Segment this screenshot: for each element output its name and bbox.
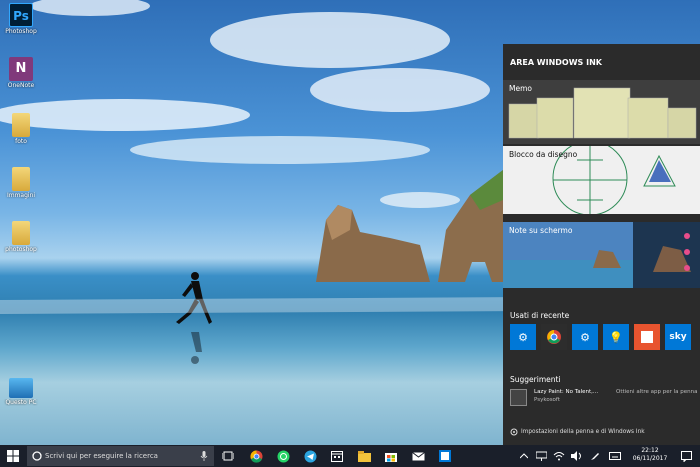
desktop-icon-label: OneNote xyxy=(7,82,35,89)
show-hidden-icons[interactable] xyxy=(516,448,532,464)
desktop-icon-questo-pc[interactable]: Questo PC xyxy=(2,378,40,406)
recent-app-2[interactable] xyxy=(541,324,567,350)
sticky-notes-icon xyxy=(641,331,653,343)
task-view-icon xyxy=(222,451,234,461)
onenote-icon: N xyxy=(9,57,33,81)
windows-logo-icon xyxy=(7,450,19,462)
memo-label: Memo xyxy=(509,84,532,93)
language-tray[interactable] xyxy=(607,448,623,464)
taskbar-store[interactable] xyxy=(383,448,399,464)
volume-icon xyxy=(571,451,581,461)
cortana-icon xyxy=(32,451,42,461)
telegram-icon xyxy=(304,450,316,462)
pen-settings-link[interactable]: Impostazioni della penna e di Windows In… xyxy=(510,428,645,436)
desktop-icon-onenote[interactable]: N OneNote xyxy=(2,57,40,89)
lightbulb-icon: 💡 xyxy=(609,330,623,344)
pen-workspace-tray[interactable] xyxy=(587,448,603,464)
taskbar-clock[interactable]: 22:12 06/11/2017 xyxy=(630,447,670,463)
microphone-icon[interactable] xyxy=(200,451,208,461)
start-button[interactable] xyxy=(0,445,26,467)
ink-panel-title: AREA WINDOWS INK xyxy=(510,58,602,67)
recent-apps: ⚙ ⚙ 💡 sky xyxy=(510,324,691,350)
get-more-pen-apps-link[interactable]: Ottieni altre app per la penna xyxy=(616,389,698,395)
calendar-icon xyxy=(331,451,343,462)
desktop-icon-label: photoshop xyxy=(5,246,37,253)
folder-icon xyxy=(12,113,30,137)
settings-gear-icon: ⚙ xyxy=(580,330,590,344)
desktop-icon-foto[interactable]: foto xyxy=(2,113,40,145)
chevron-up-icon xyxy=(520,453,528,459)
taskbar-search[interactable] xyxy=(27,446,214,466)
sketchpad-label: Blocco da disegno xyxy=(509,150,578,159)
pen-icon xyxy=(591,453,599,460)
windows-ink-workspace: AREA WINDOWS INK Memo Blocco da disegno … xyxy=(503,44,700,445)
memo-tile[interactable]: Memo xyxy=(503,80,700,144)
app-window-icon xyxy=(439,450,451,462)
computer-icon xyxy=(9,378,33,398)
network-tray[interactable] xyxy=(533,448,549,464)
suggestions-label: Suggerimenti xyxy=(510,375,561,384)
clock-time: 22:12 xyxy=(641,447,659,454)
chrome-icon xyxy=(547,330,561,344)
volume-tray[interactable] xyxy=(569,448,585,464)
wifi-tray[interactable] xyxy=(551,448,567,464)
taskbar: 22:12 06/11/2017 xyxy=(0,445,700,467)
notification-icon xyxy=(680,450,692,462)
folder-icon xyxy=(12,167,30,191)
taskbar-app[interactable] xyxy=(437,448,453,464)
desktop-icon-immagini[interactable]: Immagini xyxy=(2,167,40,199)
task-view-button[interactable] xyxy=(220,448,236,464)
desktop-icon-label: Photoshop xyxy=(5,28,37,35)
recent-app-3[interactable]: ⚙ xyxy=(572,324,598,350)
desktop-icon-label: Immagini xyxy=(6,192,36,199)
mail-icon xyxy=(411,451,425,460)
keyboard-icon xyxy=(609,452,621,460)
photoshop-icon: Ps xyxy=(9,3,33,27)
action-center-button[interactable] xyxy=(678,448,694,464)
recent-label: Usati di recente xyxy=(510,311,570,320)
gear-icon xyxy=(510,428,518,436)
pen-settings-label: Impostazioni della penna e di Windows In… xyxy=(521,429,645,435)
desktop-icon-label: foto xyxy=(15,138,27,145)
taskbar-mail[interactable] xyxy=(410,448,426,464)
taskbar-file-explorer[interactable] xyxy=(356,448,372,464)
wifi-icon xyxy=(553,452,565,461)
folder-icon xyxy=(12,221,30,245)
clock-date: 06/11/2017 xyxy=(632,455,668,462)
suggestion-name: Lazy Paint: No Talent,... xyxy=(534,389,599,395)
chrome-icon xyxy=(249,449,262,463)
taskbar-chrome[interactable] xyxy=(248,448,264,464)
taskbar-calendar[interactable] xyxy=(329,448,345,464)
taskbar-whatsapp[interactable] xyxy=(275,448,291,464)
suggestion-item[interactable]: Lazy Paint: No Talent,... Psykosoft Otti… xyxy=(510,388,700,408)
recent-app-1[interactable]: ⚙ xyxy=(510,324,536,350)
recent-app-4[interactable]: 💡 xyxy=(603,324,629,350)
sticky-notes-illustration xyxy=(508,87,697,139)
suggestion-publisher: Psykosoft xyxy=(534,397,560,403)
network-icon xyxy=(535,451,547,461)
screen-sketch-label: Note su schermo xyxy=(509,226,573,235)
file-explorer-icon xyxy=(357,450,371,462)
search-input[interactable] xyxy=(45,448,195,463)
taskbar-telegram[interactable] xyxy=(302,448,318,464)
app-suggestion-icon xyxy=(510,389,527,406)
screen-sketch-tile[interactable]: Note su schermo xyxy=(503,222,700,288)
sky-icon: sky xyxy=(669,332,687,342)
store-icon xyxy=(385,453,397,462)
desktop-icon-photoshop-folder[interactable]: photoshop xyxy=(2,221,40,253)
recent-app-5[interactable] xyxy=(634,324,660,350)
desktop-icon-photoshop[interactable]: Ps Photoshop xyxy=(2,3,40,35)
gear-icon: ⚙ xyxy=(518,330,528,344)
desktop-icon-label: Questo PC xyxy=(5,399,37,406)
sketchpad-tile[interactable]: Blocco da disegno xyxy=(503,146,700,214)
recent-app-6[interactable]: sky xyxy=(665,324,691,350)
whatsapp-icon xyxy=(277,450,289,462)
